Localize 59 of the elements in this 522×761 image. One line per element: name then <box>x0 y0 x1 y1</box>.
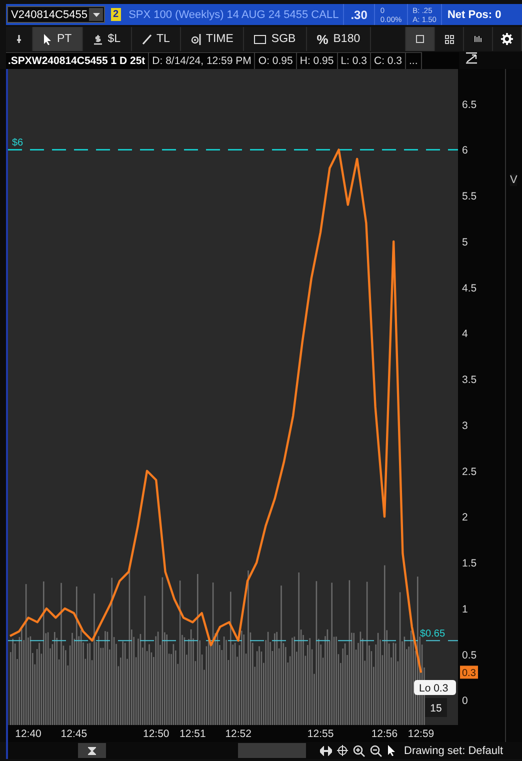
y-axis-label: 2.5 <box>462 466 477 478</box>
x-axis-label: 12:40 <box>15 728 42 740</box>
side-panel-text: V <box>510 174 518 186</box>
pan-icon[interactable] <box>320 746 332 756</box>
settings-icon <box>501 33 513 45</box>
y-axis-label: 4.5 <box>462 282 477 294</box>
caret-icon <box>92 12 100 16</box>
y-axis-label: 2 <box>462 512 468 524</box>
bars-icon <box>474 35 482 43</box>
y-axis-label: 5.5 <box>462 190 477 203</box>
price-level-line[interactable] <box>8 149 458 150</box>
x-axis-label: 12:45 <box>60 728 88 740</box>
zoom-in-icon[interactable] <box>353 744 365 756</box>
x-axis-label: 12:56 <box>371 728 398 740</box>
y-axis-label: 5 <box>462 236 468 248</box>
scroll-thumb[interactable] <box>78 743 106 758</box>
drawing-set-label[interactable]: Drawing set: Default <box>404 744 504 756</box>
price-level-label: $6 <box>12 138 24 149</box>
link-badge[interactable]: 2 <box>111 8 121 21</box>
y-axis-label: 3 <box>462 420 468 432</box>
last-price: .30 <box>350 8 368 22</box>
scrollbar-thumb[interactable] <box>238 743 306 758</box>
volume-tooltip: 15 <box>425 698 447 717</box>
y-axis-label: 6 <box>462 144 468 157</box>
value-tooltip: Lo 0.3 <box>414 680 456 695</box>
pin-icon <box>16 34 22 44</box>
x-axis-label: 12:59 <box>408 728 434 740</box>
pointer-icon[interactable] <box>387 745 396 756</box>
instrument-description: SPX 100 (Weeklys) 14 AUG 24 5455 CALL <box>128 8 339 20</box>
net-position: Net Pos: 0 <box>446 8 502 20</box>
price-level-line[interactable] <box>8 640 458 642</box>
dropdown-button[interactable] <box>89 8 103 21</box>
y-axis-label: 6.5 <box>462 98 477 111</box>
time-icon <box>190 34 201 44</box>
layout-button[interactable] <box>406 27 435 51</box>
y-axis-label: 1 <box>462 603 468 616</box>
y-axis-label: 0.5 <box>462 649 477 662</box>
axis-scale-icon <box>465 52 478 64</box>
x-axis-label: 12:55 <box>307 728 334 740</box>
price-marker: 0.3 <box>460 666 478 680</box>
y-axis-label: 4 <box>462 328 468 340</box>
rectangle-icon <box>254 34 266 44</box>
x-axis-label: 12:50 <box>143 728 170 740</box>
pointer-icon <box>43 34 52 44</box>
symbol-field[interactable]: V240814C5455 <box>7 6 105 23</box>
price-level-label: $0.65 <box>420 628 446 640</box>
y-axis-label: 1.5 <box>462 558 477 570</box>
tool-button[interactable]: PT <box>33 27 83 51</box>
square-icon <box>416 35 424 43</box>
y-axis-label: 0 <box>462 695 468 708</box>
x-axis-label: 12:52 <box>225 728 252 740</box>
y-axis-label: 3.5 <box>462 374 477 386</box>
x-axis-label: 12:51 <box>180 728 206 740</box>
dollar-line-icon <box>92 34 103 44</box>
trendline-icon <box>142 34 152 44</box>
crosshair-icon[interactable] <box>337 745 348 756</box>
collapse-icon <box>88 746 96 754</box>
grid-icon <box>444 34 454 44</box>
zoom-out-icon[interactable] <box>370 744 382 756</box>
